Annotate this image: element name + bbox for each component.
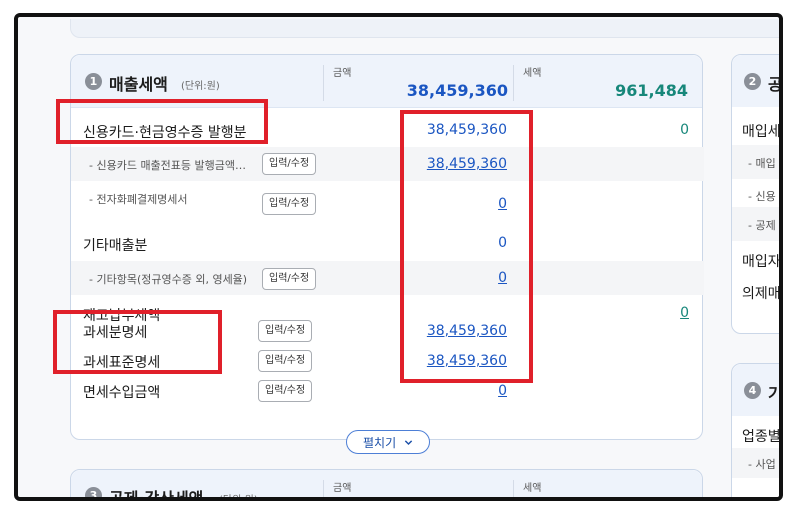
purchase-sub-item: - 신용 — [748, 190, 776, 203]
section-number-badge: 4 — [744, 382, 761, 399]
taxable-detail-label: 과세분명세 — [83, 325, 148, 341]
credit-card-amount: 38,459,360 — [426, 122, 507, 138]
other-tax-header: 4 기 — [732, 364, 783, 416]
card-slip-row: - 신용카드 매출전표등 발행금액… 입력/수정 38,459,360 — [71, 147, 704, 181]
column-separator — [513, 480, 514, 497]
section-number-badge: 1 — [85, 73, 102, 90]
other-sales-amount: 0 — [498, 235, 507, 251]
chevron-down-icon — [404, 432, 413, 454]
section-title: 공제·감산세액 — [109, 489, 204, 501]
other-items-row: - 기타항목(정규영수증 외, 영세율) 입력/수정 0 — [71, 261, 704, 295]
purchase-item: 의제매 — [742, 286, 781, 302]
other-sales-row: 기타매출분 0 — [71, 227, 704, 261]
card-slip-label: - 신용카드 매출전표등 발행금액… — [89, 159, 247, 172]
e-payment-amount-link[interactable]: 0 — [377, 196, 507, 212]
amount-column-label: 금액 — [333, 483, 352, 494]
exempt-income-edit-button[interactable]: 입력/수정 — [258, 380, 313, 402]
total-amount: 38,459,360 — [406, 81, 508, 100]
taxable-standard-amount-link[interactable]: 38,459,360 — [377, 353, 507, 369]
other-sales-label: 기타매출분 — [83, 238, 148, 254]
expand-label: 펼치기 — [363, 436, 397, 450]
section-title-fragment: 기 — [768, 384, 783, 403]
e-payment-label: - 전자화폐결제명세서 — [89, 193, 188, 206]
e-payment-row: - 전자화폐결제명세서 입력/수정 0 — [71, 181, 704, 215]
column-separator — [323, 65, 324, 101]
total-tax: 961,484 — [615, 81, 688, 100]
column-separator — [513, 65, 514, 101]
other-items-edit-button[interactable]: 입력/수정 — [262, 268, 317, 290]
expand-button[interactable]: 펼치기 — [346, 430, 430, 454]
unit-label: (단위:원) — [219, 495, 258, 501]
taxable-standard-edit-button[interactable]: 입력/수정 — [258, 350, 313, 372]
exempt-income-label: 면세수입금액 — [83, 385, 161, 401]
exempt-income-row: 면세수입금액 입력/수정 0 — [71, 375, 704, 407]
credit-card-row: 신용카드·현금영수증 발행분 38,459,360 0 — [71, 113, 704, 147]
tax-column-label: 세액 — [523, 483, 542, 494]
purchase-sub-item: - 매입 — [748, 157, 776, 170]
taxable-detail-amount-link[interactable]: 38,459,360 — [377, 323, 507, 339]
screenshot-frame: 1 매출세액 (단위:원) 금액 38,459,360 세액 961,484 신… — [14, 13, 783, 501]
industry-item: 업종별 — [742, 429, 781, 445]
section-title-fragment: 공 — [768, 75, 783, 94]
purchase-tax-header: 2 공 — [732, 55, 783, 107]
sales-tax-header: 1 매출세액 (단위:원) 금액 38,459,360 세액 961,484 — [71, 55, 702, 108]
taxable-standard-row: 과세표준명세 입력/수정 38,459,360 — [71, 345, 704, 377]
credit-card-label: 신용카드·현금영수증 발행분 — [83, 125, 247, 141]
deduction-tax-card: 3 공제·감산세액 (단위:원) 금액 세액 — [70, 469, 703, 501]
section-number-badge: 2 — [744, 73, 761, 90]
unit-label: (단위:원) — [181, 81, 220, 92]
other-tax-card: 4 기 업종별 - 사업 — [731, 363, 783, 497]
credit-card-tax: 0 — [680, 122, 689, 138]
purchase-item: 매입자 — [742, 254, 781, 270]
exempt-income-amount-link[interactable]: 0 — [377, 383, 507, 399]
taxable-detail-row: 과세분명세 입력/수정 38,459,360 — [71, 315, 704, 347]
tax-column-label: 세액 — [523, 68, 542, 79]
deduction-tax-header: 3 공제·감산세액 (단위:원) 금액 세액 — [71, 470, 702, 501]
section-title: 매출세액 — [109, 75, 168, 94]
taxable-standard-label: 과세표준명세 — [83, 355, 161, 371]
top-strip — [70, 19, 779, 38]
section-number-badge: 3 — [85, 487, 102, 497]
purchase-tax-card: 2 공 매입세 - 매입 - 신용 - 공제 매입자 의제매 — [731, 54, 783, 334]
e-payment-edit-button[interactable]: 입력/수정 — [262, 193, 317, 215]
industry-sub-item: - 사업 — [748, 458, 776, 471]
other-items-label: - 기타항목(정규영수증 외, 영세율) — [89, 273, 248, 286]
card-slip-edit-button[interactable]: 입력/수정 — [262, 153, 317, 175]
purchase-sub-item: - 공제 — [748, 219, 776, 232]
amount-column-label: 금액 — [333, 68, 352, 79]
other-items-amount-link[interactable]: 0 — [377, 270, 507, 286]
card-slip-amount-link[interactable]: 38,459,360 — [377, 156, 507, 172]
taxable-detail-edit-button[interactable]: 입력/수정 — [258, 320, 313, 342]
purchase-item: 매입세 — [742, 124, 781, 140]
column-separator — [323, 480, 324, 497]
sales-tax-card: 1 매출세액 (단위:원) 금액 38,459,360 세액 961,484 신… — [70, 54, 704, 454]
